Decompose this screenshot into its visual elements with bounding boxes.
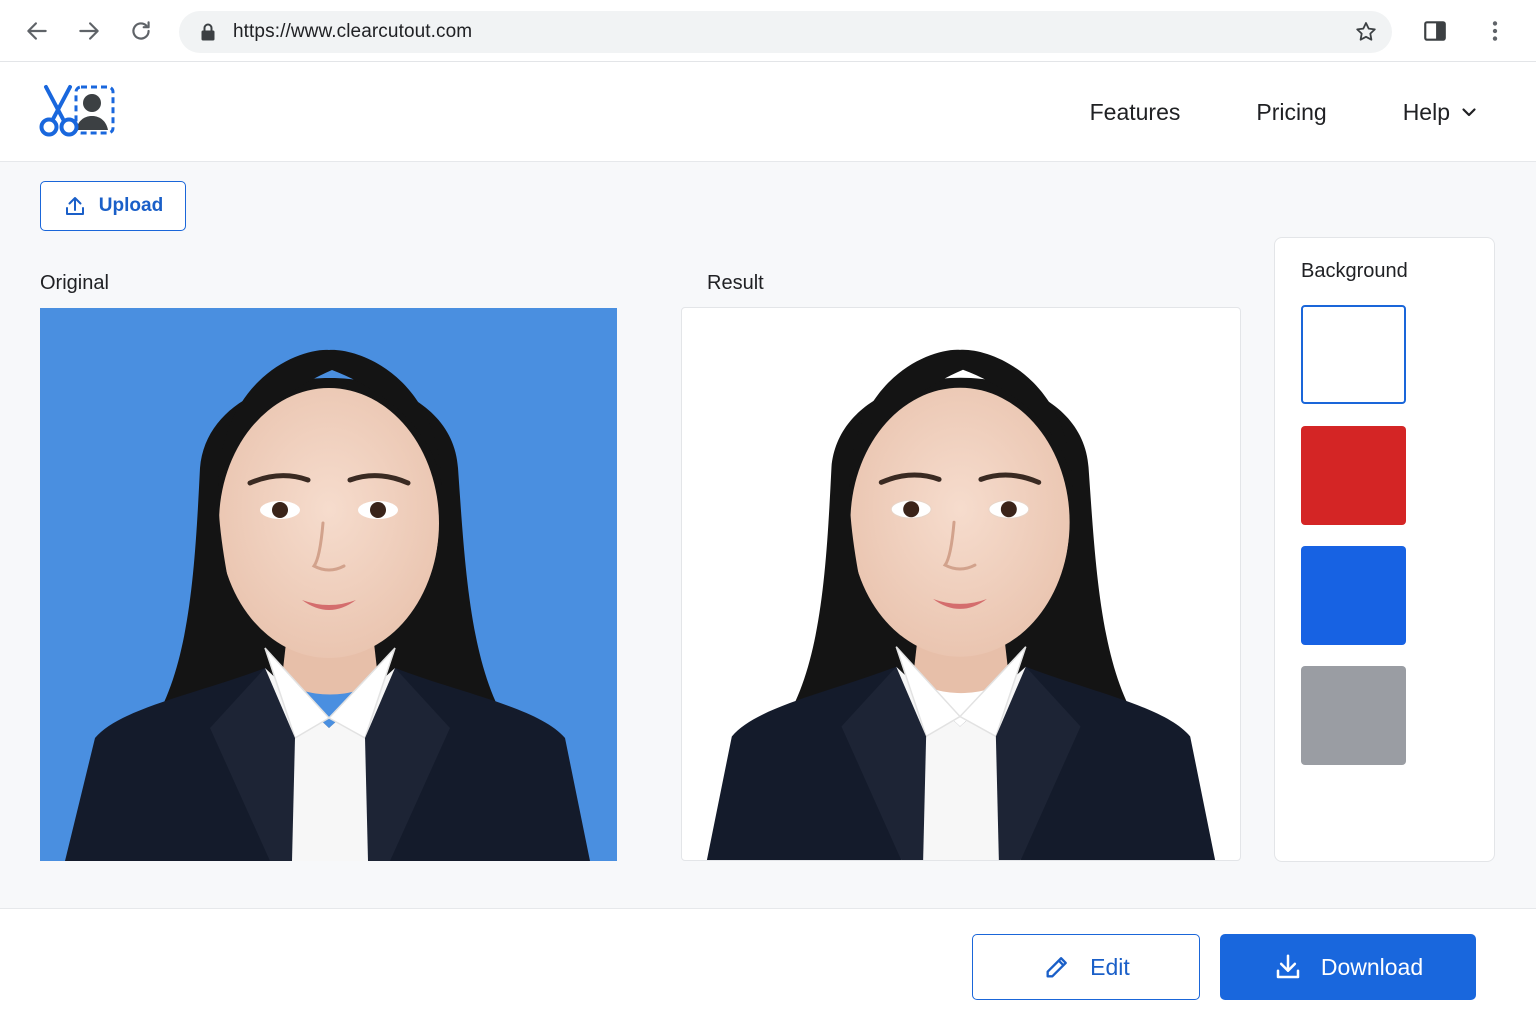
url-text[interactable]: https://www.clearcutout.com	[233, 21, 472, 43]
reload-icon[interactable]	[127, 17, 155, 45]
sidebar-icon[interactable]	[1421, 17, 1449, 45]
swatch-white[interactable]	[1301, 305, 1406, 404]
back-arrow-icon[interactable]	[23, 17, 51, 45]
address-bar[interactable]: https://www.clearcutout.com	[179, 11, 1392, 53]
top-navigation: Features Pricing Help	[1014, 62, 1478, 162]
download-button[interactable]: Download	[1220, 934, 1476, 1000]
upload-button[interactable]: Upload	[40, 181, 186, 231]
result-label: Result	[707, 272, 764, 294]
browser-toolbar: https://www.clearcutout.com	[0, 0, 1536, 62]
upload-label: Upload	[98, 195, 164, 216]
swatch-blue[interactable]	[1301, 546, 1406, 645]
original-label: Original	[40, 272, 109, 294]
background-title: Background	[1301, 260, 1408, 282]
lock-icon	[199, 23, 217, 41]
more-vert-icon[interactable]	[1481, 17, 1509, 45]
star-icon[interactable]	[1354, 20, 1378, 44]
swatch-red[interactable]	[1301, 426, 1406, 525]
upload-icon	[63, 194, 87, 218]
original-photo[interactable]	[40, 308, 617, 861]
edit-label: Edit	[1090, 953, 1130, 980]
portrait-cutout-illustration	[706, 349, 1216, 860]
edit-button[interactable]: Edit	[972, 934, 1200, 1000]
nav-help-label: Help	[1402, 98, 1450, 125]
nav-features-link[interactable]: Features	[1090, 99, 1181, 126]
chevron-down-icon	[1460, 103, 1478, 121]
download-icon	[1273, 952, 1303, 982]
nav-pricing-link[interactable]: Pricing	[1256, 99, 1326, 126]
background-panel: Background	[1274, 237, 1495, 862]
scissors-portrait-logo-icon[interactable]	[38, 84, 118, 140]
forward-arrow-icon[interactable]	[75, 17, 103, 45]
swatch-gray[interactable]	[1301, 666, 1406, 765]
portrait-illustration	[65, 349, 590, 861]
action-footer: Edit Download	[0, 908, 1536, 1024]
site-header: Features Pricing Help	[0, 62, 1536, 162]
pencil-icon	[1042, 952, 1072, 982]
download-label: Download	[1320, 953, 1424, 980]
result-photo[interactable]	[681, 307, 1241, 861]
nav-help-dropdown[interactable]: Help	[1403, 99, 1478, 126]
